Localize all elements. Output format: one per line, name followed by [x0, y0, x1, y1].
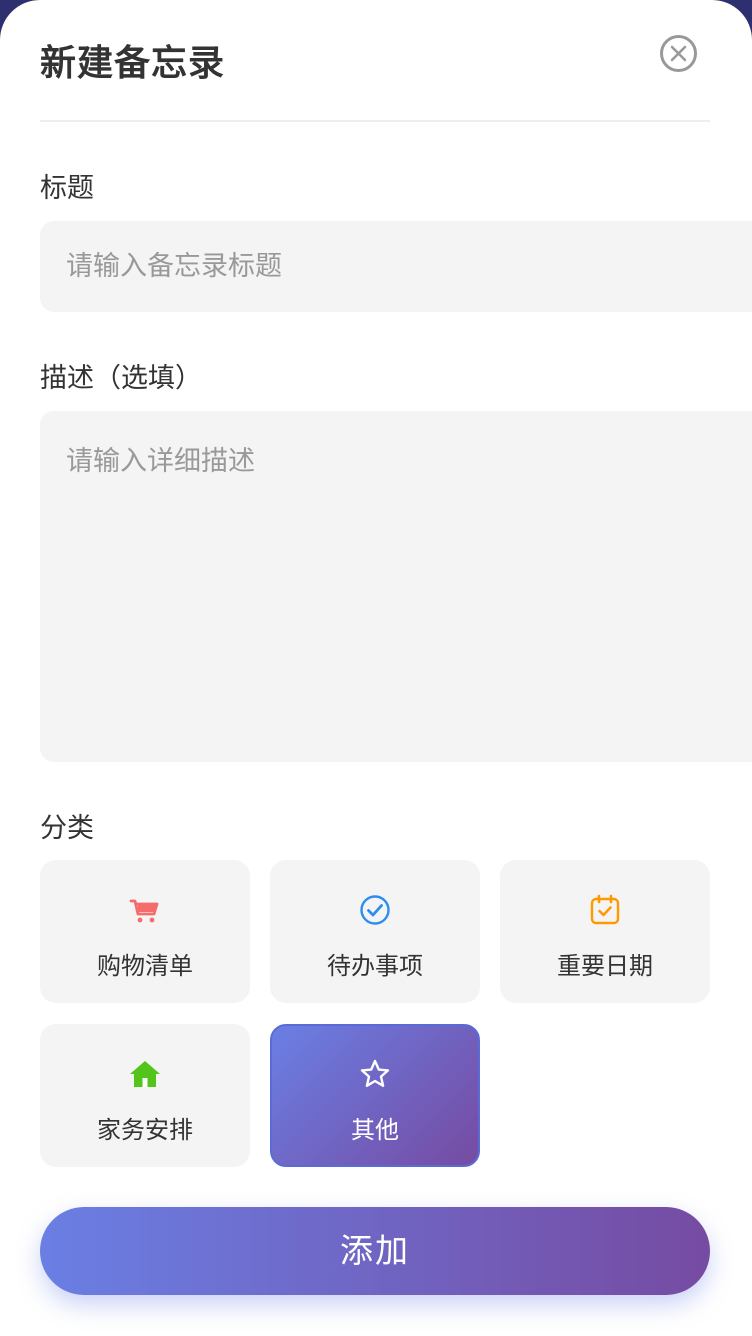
new-memo-sheet: 新建备忘录 标题 描述（选填） 分类 购物清单 待办事项: [0, 0, 752, 1336]
category-important-date[interactable]: 重要日期: [500, 860, 710, 1003]
close-icon: [670, 45, 687, 62]
title-input[interactable]: [40, 221, 752, 312]
home-icon: [130, 1061, 160, 1087]
description-textarea[interactable]: [40, 411, 752, 762]
page-title: 新建备忘录: [40, 43, 226, 84]
add-button[interactable]: 添加: [40, 1207, 710, 1295]
calendar-check-icon: [590, 894, 620, 925]
category-housework[interactable]: 家务安排: [40, 1024, 250, 1167]
sheet-header: 新建备忘录: [40, 30, 710, 122]
category-label: 分类: [40, 813, 94, 844]
star-icon: [360, 1059, 390, 1087]
description-label: 描述（选填）: [40, 363, 202, 394]
category-label-text: 购物清单: [97, 952, 193, 980]
check-circle-icon: [360, 895, 390, 925]
shopping-cart-icon: [129, 899, 159, 923]
category-label-text: 待办事项: [327, 952, 423, 980]
category-label-text: 其他: [351, 1116, 399, 1144]
category-other[interactable]: 其他: [270, 1024, 480, 1167]
title-label: 标题: [40, 173, 94, 204]
category-todo[interactable]: 待办事项: [270, 860, 480, 1003]
category-shopping-list[interactable]: 购物清单: [40, 860, 250, 1003]
category-label-text: 家务安排: [97, 1116, 193, 1144]
category-label-text: 重要日期: [557, 952, 653, 980]
close-button[interactable]: [660, 35, 697, 72]
